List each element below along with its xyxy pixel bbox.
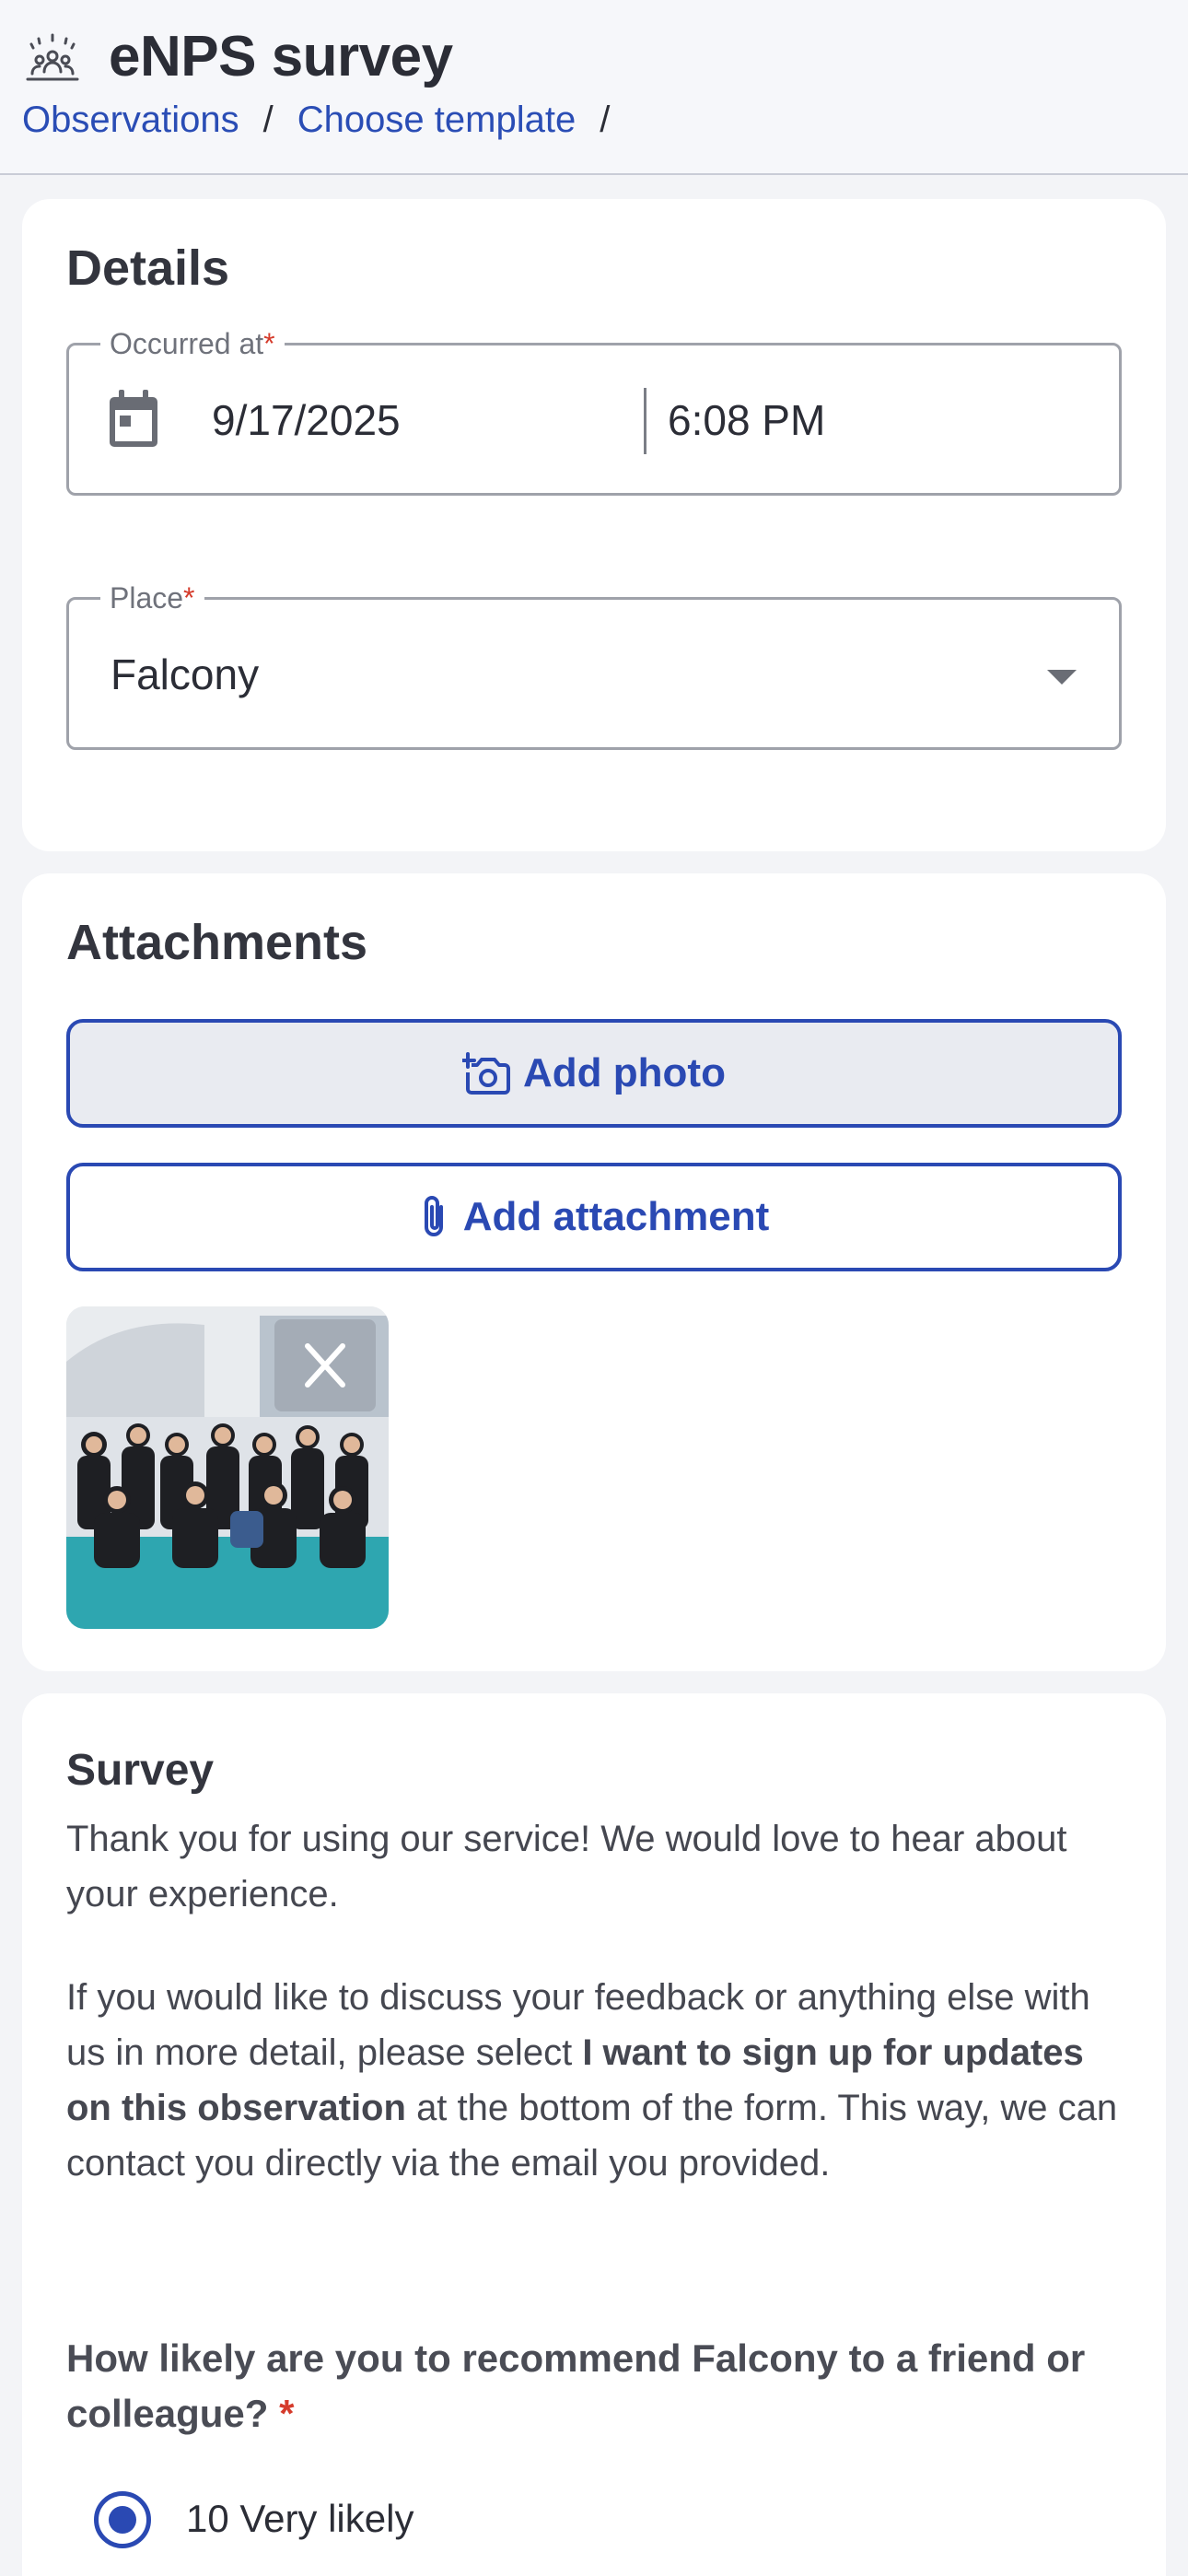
attachments-title: Attachments [66, 915, 368, 970]
add-photo-label: Add photo [523, 1050, 726, 1095]
breadcrumb-separator: / [262, 100, 274, 140]
place-label: Place* [100, 580, 204, 616]
time-input[interactable]: 6:08 PM [668, 395, 825, 445]
date-time-divider [644, 388, 646, 454]
photo-thumbnail[interactable] [66, 1306, 389, 1629]
radio-selected-dot [109, 2506, 136, 2534]
breadcrumb-separator: / [600, 100, 611, 140]
survey-instructions: If you would like to discuss your feedba… [66, 1977, 1118, 2184]
place-select[interactable]: Place* Falcony [66, 580, 1122, 750]
remove-photo-button[interactable] [274, 1319, 376, 1411]
date-input[interactable]: 9/17/2025 [212, 395, 401, 445]
breadcrumb: Observations / Choose template / [22, 96, 634, 144]
add-attachment-label: Add attachment [462, 1194, 770, 1239]
details-title: Details [66, 240, 230, 296]
paperclip-icon [424, 1196, 443, 1236]
dropdown-caret-icon[interactable] [1047, 670, 1077, 685]
breadcrumb-observations[interactable]: Observations [22, 96, 239, 144]
radio-10-very-likely[interactable] [94, 2491, 151, 2548]
place-value: Falcony [111, 650, 260, 698]
recommend-question: How likely are you to recommend Falcony … [66, 2336, 1086, 2435]
camera-add-icon [462, 1052, 511, 1095]
radio-option-label[interactable]: 10 Very likely [186, 2497, 413, 2541]
attachments-card: Attachments Add photo Add attachment [22, 873, 1166, 1671]
details-card: Details Occurred at* 9/17/2025 6:08 PM P… [22, 199, 1166, 851]
survey-card: Survey Thank you for using our service! … [22, 1693, 1166, 2576]
survey-title: Survey [66, 1746, 215, 1795]
survey-intro: Thank you for using our service! We woul… [66, 1819, 1067, 1914]
add-photo-button[interactable]: Add photo [66, 1019, 1122, 1128]
close-icon [305, 1343, 345, 1388]
people-group-icon [26, 33, 79, 81]
add-attachment-button[interactable]: Add attachment [66, 1163, 1122, 1271]
app-header: eNPS survey Observations / Choose templa… [0, 0, 1188, 175]
breadcrumb-choose-template[interactable]: Choose template [297, 96, 576, 144]
calendar-icon[interactable] [108, 390, 159, 449]
page-title: eNPS survey [109, 25, 453, 88]
occurred-at-field[interactable]: Occurred at* 9/17/2025 6:08 PM [66, 325, 1122, 496]
occurred-at-label: Occurred at* [100, 325, 285, 362]
